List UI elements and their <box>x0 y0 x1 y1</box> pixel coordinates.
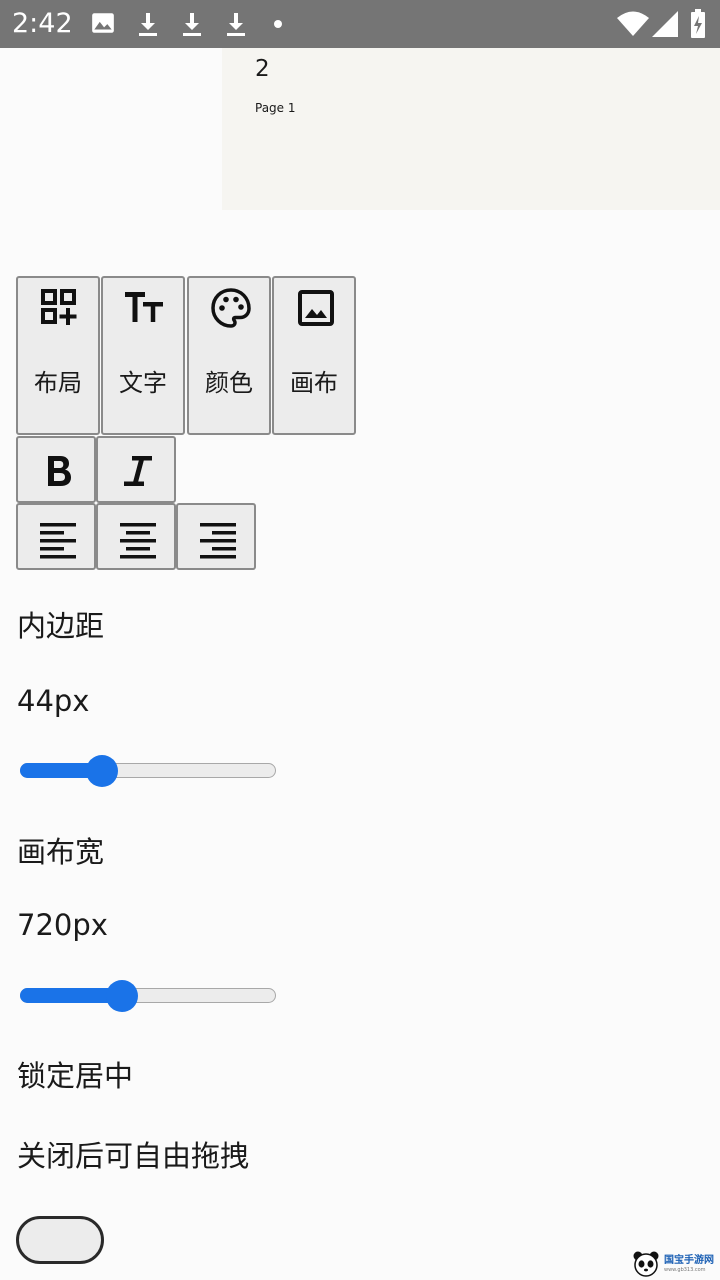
lock-center-label: 锁定居中 <box>17 1059 134 1093</box>
italic-button[interactable] <box>96 436 176 503</box>
battery-charging-icon <box>691 9 705 38</box>
panda-icon <box>633 1251 659 1277</box>
canvas-preview[interactable]: 2 Page 1 <box>222 48 720 210</box>
align-left-button[interactable] <box>16 503 96 570</box>
align-right-button[interactable] <box>176 503 256 570</box>
tab-text[interactable]: 文字 <box>101 276 185 435</box>
align-center-icon <box>120 523 156 559</box>
text-size-icon <box>125 292 163 322</box>
align-left-icon <box>40 523 76 559</box>
palette-icon <box>211 288 251 328</box>
layout-add-icon <box>41 289 77 325</box>
watermark-url: www.gb313.com <box>664 1267 706 1273</box>
image-icon <box>298 290 334 326</box>
align-right-icon <box>200 523 236 559</box>
watermark-text: 国宝手游网 <box>664 1255 714 1266</box>
italic-icon <box>124 456 152 486</box>
lock-center-toggle[interactable] <box>16 1216 104 1264</box>
watermark-logo: 国宝手游网 www.gb313.com <box>632 1250 718 1278</box>
status-time: 2:42 <box>12 8 73 39</box>
tab-layout-label: 布局 <box>34 369 82 397</box>
cell-signal-icon <box>652 11 678 37</box>
tab-canvas[interactable]: 画布 <box>272 276 356 435</box>
tab-text-label: 文字 <box>119 369 167 397</box>
image-icon <box>92 13 114 33</box>
download-icon <box>183 13 201 36</box>
canvas-width-slider[interactable] <box>20 980 278 1012</box>
canvas-width-label: 画布宽 <box>17 835 105 869</box>
wifi-icon <box>617 11 649 36</box>
align-center-button[interactable] <box>96 503 176 570</box>
tab-color[interactable]: 颜色 <box>187 276 271 435</box>
padding-value: 44px <box>17 684 90 718</box>
slider-thumb[interactable] <box>86 755 118 787</box>
preview-page-number: 2 <box>255 56 270 82</box>
canvas-width-value: 720px <box>17 908 108 942</box>
lock-center-description: 关闭后可自由拖拽 <box>17 1139 250 1173</box>
bold-button[interactable] <box>16 436 96 503</box>
padding-label: 内边距 <box>17 609 105 643</box>
dot-icon <box>274 20 282 28</box>
tab-color-label: 颜色 <box>205 369 253 397</box>
slider-thumb[interactable] <box>106 980 138 1012</box>
download-icon <box>139 13 157 36</box>
tab-layout[interactable]: 布局 <box>16 276 100 435</box>
padding-slider[interactable] <box>20 755 278 787</box>
tab-canvas-label: 画布 <box>290 369 338 397</box>
bold-icon <box>48 456 71 486</box>
preview-page-label: Page 1 <box>255 101 296 115</box>
download-icon <box>227 13 245 36</box>
status-bar: 2:42 <box>0 0 720 48</box>
